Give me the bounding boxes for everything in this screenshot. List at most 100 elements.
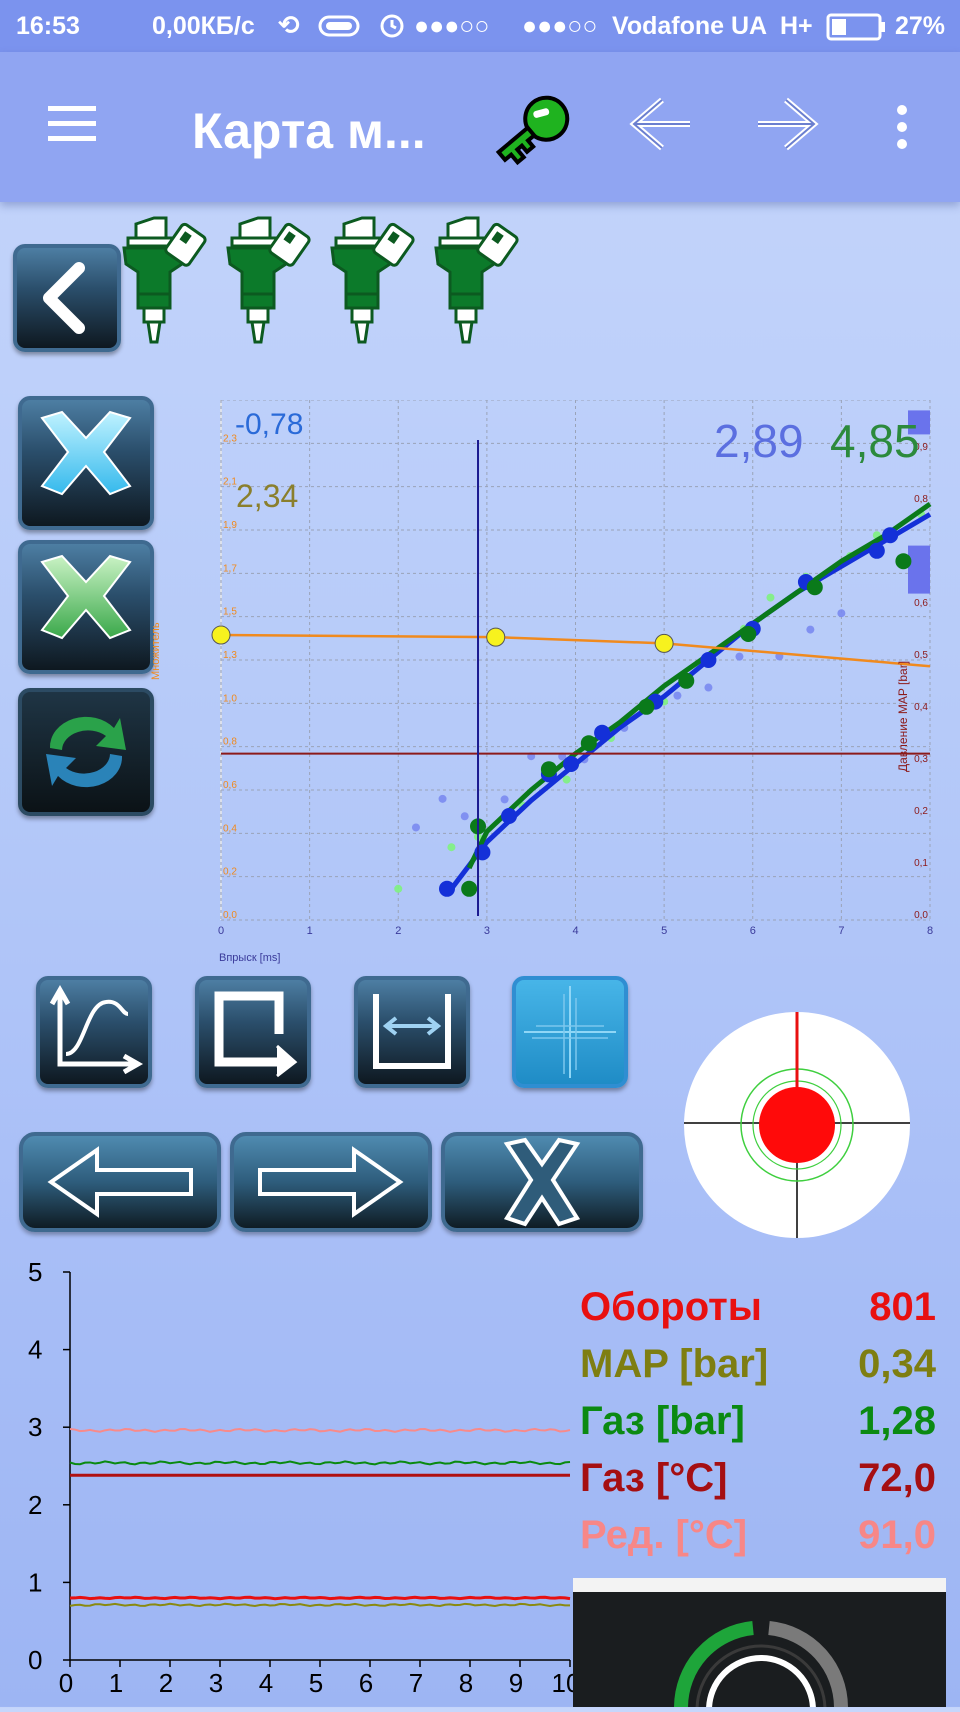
lock-rotation-icon: ⟲ [278, 10, 300, 40]
back-button[interactable] [13, 244, 121, 352]
curve-button[interactable] [36, 976, 152, 1088]
scatter-point-light-blue [806, 625, 815, 634]
readout-map: MAP [bar] 0,34 [580, 1342, 936, 1386]
page-title: Карта м... [192, 103, 426, 159]
trend-x-tick-label: 6 [359, 1668, 373, 1698]
close-icon [503, 1137, 581, 1227]
injector-icon [122, 216, 207, 344]
x-tick-label: 8 [927, 925, 933, 937]
battery-icon [826, 13, 886, 48]
next-button[interactable] [230, 1132, 432, 1232]
injector-icon [434, 216, 519, 344]
orange-multiplier-line [220, 633, 931, 668]
trend-x-tick-label: 7 [409, 1668, 423, 1698]
status-time: 16:53 [16, 12, 80, 40]
y-left-axis-label: Множитель [150, 622, 162, 680]
y-left-tick-label: 2,5 [223, 400, 237, 401]
scatter-point-blue [700, 652, 717, 668]
target-pad[interactable] [684, 1012, 910, 1238]
trend-x-tick-label: 4 [259, 1668, 273, 1698]
status-battery: 27% [895, 12, 946, 40]
scatter-point-blue [882, 527, 899, 544]
trend-line-map [69, 1602, 571, 1608]
menu-icon[interactable] [44, 104, 100, 149]
trend-line-rpm [69, 1595, 571, 1601]
close-green-icon [40, 554, 132, 640]
trend-chart: 0123450 1 2 3 4 5 6 7 8 9 10 [28, 1260, 580, 1698]
trend-x-tick-label: 5 [309, 1668, 323, 1698]
scatter-point-light-green [394, 884, 403, 893]
readout-reducer-temp: Ред. [°C] 91,0 [580, 1513, 936, 1557]
y-right-tick-label: 0,5 [914, 650, 928, 661]
range-marker-mid [908, 545, 930, 594]
trend-y-tick-label: 1 [28, 1567, 42, 1597]
scatter-point-light-blue [411, 823, 420, 832]
x-tick-label: 3 [484, 925, 490, 937]
gauge-panel [573, 1578, 946, 1712]
scatter-point-light-green [766, 593, 775, 602]
arrow-forward-icon[interactable] [750, 88, 826, 165]
trend-line-gas-pressure [69, 1460, 571, 1466]
chevron-left-icon [43, 262, 85, 334]
scatter-point-green [806, 579, 823, 596]
signal-sim2: ●●●○○ [522, 12, 598, 40]
trend-y-tick-label: 2 [28, 1490, 42, 1520]
y-left-tick-label: 0,0 [223, 910, 237, 921]
arrow-left-icon [47, 1146, 193, 1218]
injector-icon [330, 216, 415, 344]
loop-button[interactable] [195, 976, 311, 1088]
close-blue-icon [40, 410, 132, 496]
trend-y-tick-label: 4 [28, 1335, 42, 1365]
scatter-point-light-blue [704, 683, 713, 692]
y-right-tick-label: 0,6 [914, 598, 928, 609]
trend-x-tick-label: 2 [159, 1668, 173, 1698]
more-vert-icon[interactable] [892, 104, 912, 155]
scatter-point-blue [868, 542, 885, 559]
y-right-tick-label: 0,8 [914, 494, 928, 505]
status-carrier: Vodafone UA [612, 12, 768, 40]
trend-y-tick-label: 0 [28, 1645, 42, 1675]
scatter-point-green [638, 698, 655, 715]
trend-x-tick-label: 3 [209, 1668, 223, 1698]
scatter-point-blue [501, 808, 518, 824]
x-tick-label: 7 [838, 925, 844, 937]
gauge-icon [674, 1621, 848, 1712]
scatter-point-light-blue [837, 609, 846, 618]
arrow-back-icon[interactable] [622, 88, 698, 165]
x-tick-label: 4 [572, 925, 578, 937]
value-blue: 2,89 [714, 415, 804, 467]
clear-green-button[interactable] [18, 540, 154, 674]
cancel-button[interactable] [441, 1132, 643, 1232]
scatter-point-green [580, 735, 597, 752]
scatter-point-light-blue [438, 794, 447, 803]
x-tick-label: 2 [395, 925, 401, 937]
scatter-point-green [540, 761, 557, 778]
prev-button[interactable] [19, 1132, 221, 1232]
scatter-point-green [895, 553, 912, 570]
scatter-point-green [461, 880, 478, 897]
y-left-tick-label: 0,4 [223, 823, 237, 834]
y-right-tick-label: 0,4 [914, 702, 928, 713]
status-bar: 16:53 0,00КБ/с ⟲ ●●●○○ ●●●○○ Vodafone UA… [0, 0, 960, 52]
scatter-point-light-blue [460, 812, 469, 821]
y-right-tick-label: 0,3 [914, 754, 928, 765]
clear-blue-button[interactable] [18, 396, 154, 530]
cursor-value: -0,78 [235, 408, 304, 441]
key-icon[interactable] [486, 84, 582, 179]
crosshair-button[interactable] [512, 976, 628, 1088]
x-tick-label: 5 [661, 925, 667, 937]
scatter-point-light-blue [673, 691, 682, 700]
width-button[interactable] [354, 976, 470, 1088]
y-left-tick-label: 0,8 [223, 737, 237, 748]
blue-fit-line [449, 512, 932, 891]
y-right-axis-label: Давление MAP [bar] [896, 660, 910, 772]
scatter-point-light-green [447, 843, 456, 852]
scatter-point-light-blue [500, 795, 509, 804]
x-tick-label: 0 [218, 925, 224, 937]
vpn-icon [318, 14, 362, 45]
x-tick-label: 6 [750, 925, 756, 937]
y-right-tick-label: 1,0 [914, 400, 928, 401]
multiplier-marker [486, 627, 506, 647]
refresh-button[interactable] [18, 688, 154, 816]
alarm-icon [378, 10, 406, 47]
